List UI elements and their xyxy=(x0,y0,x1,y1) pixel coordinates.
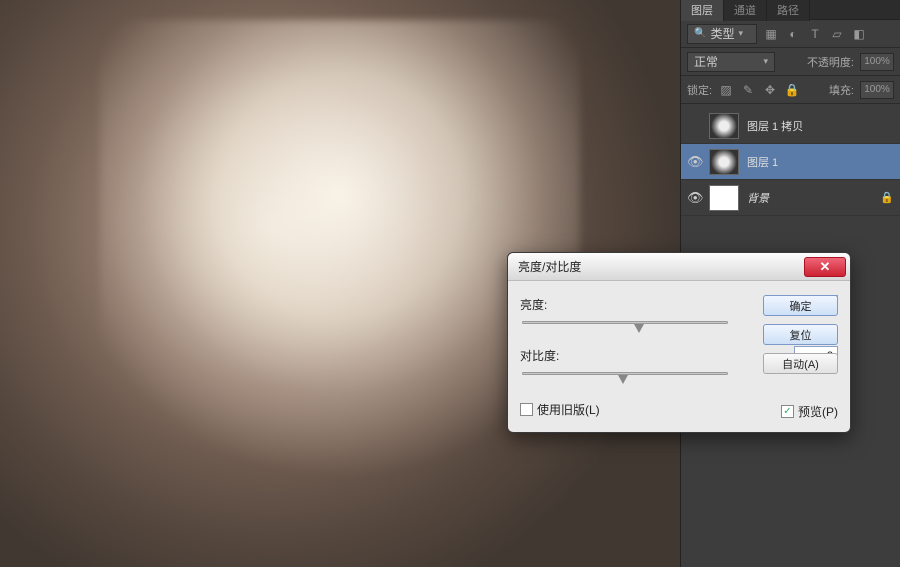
panel-tabs: 图层 通道 路径 xyxy=(681,0,900,20)
layer-name[interactable]: 图层 1 拷贝 xyxy=(747,118,803,134)
lock-position-icon[interactable]: ✥ xyxy=(762,82,778,98)
reset-button[interactable]: 复位 xyxy=(763,324,838,345)
dialog-title: 亮度/对比度 xyxy=(518,258,581,275)
filter-adjust-icon[interactable]: ◐ xyxy=(785,26,801,42)
contrast-label: 对比度: xyxy=(520,347,590,364)
legacy-label: 使用旧版(L) xyxy=(537,401,600,418)
filter-smart-icon[interactable]: ◧ xyxy=(851,26,867,42)
layer-name[interactable]: 图层 1 xyxy=(747,154,778,170)
layer-row[interactable]: 👁 背景 🔒 xyxy=(681,180,900,216)
type-dropdown[interactable]: 🔍 类型 ▾ xyxy=(687,24,757,44)
brightness-contrast-dialog: 亮度/对比度 ✕ 亮度: 对比度: 使用旧版(L) 确定 复位 自动(A xyxy=(507,252,851,433)
lock-row: 锁定: ▨ ✎ ✥ 🔒 填充: 100% xyxy=(681,76,900,104)
dialog-body: 亮度: 对比度: 使用旧版(L) 确定 复位 自动(A) 预览(P) xyxy=(508,281,850,432)
opacity-value[interactable]: 100% xyxy=(860,53,894,71)
preview-checkbox[interactable] xyxy=(781,405,794,418)
layer-thumbnail[interactable] xyxy=(709,149,739,175)
brightness-label: 亮度: xyxy=(520,296,590,313)
visibility-toggle[interactable]: 👁 xyxy=(687,154,701,170)
opacity-label: 不透明度: xyxy=(807,54,854,70)
preview-label: 预览(P) xyxy=(798,403,838,420)
lock-icon: 🔒 xyxy=(880,191,894,204)
type-row: 🔍 类型 ▾ ▦ ◐ T ▱ ◧ xyxy=(681,20,900,48)
layer-thumbnail[interactable] xyxy=(709,113,739,139)
tab-layers[interactable]: 图层 xyxy=(681,0,724,21)
slider-track xyxy=(522,321,728,324)
layer-row[interactable]: 图层 1 拷贝 xyxy=(681,108,900,144)
auto-button[interactable]: 自动(A) xyxy=(763,353,838,374)
lock-label: 锁定: xyxy=(687,82,712,98)
ok-button[interactable]: 确定 xyxy=(763,295,838,316)
layer-thumbnail[interactable] xyxy=(709,185,739,211)
layer-row[interactable]: 👁 图层 1 xyxy=(681,144,900,180)
preview-row: 预览(P) xyxy=(781,403,838,420)
visibility-toggle[interactable]: 👁 xyxy=(687,190,701,206)
tab-paths[interactable]: 路径 xyxy=(767,0,810,21)
slider-thumb[interactable] xyxy=(618,375,628,384)
contrast-slider[interactable] xyxy=(522,369,728,387)
dialog-buttons: 确定 复位 自动(A) xyxy=(763,295,838,374)
lock-pixels-icon[interactable]: ✎ xyxy=(740,82,756,98)
brightness-slider[interactable] xyxy=(522,318,728,336)
lock-transparent-icon[interactable]: ▨ xyxy=(718,82,734,98)
layer-name[interactable]: 背景 xyxy=(747,190,769,206)
blend-dropdown[interactable]: 正常 ▾ xyxy=(687,52,775,72)
slider-thumb[interactable] xyxy=(634,324,644,333)
fill-label: 填充: xyxy=(829,82,854,98)
blend-mode-value: 正常 xyxy=(694,53,718,70)
dialog-titlebar[interactable]: 亮度/对比度 ✕ xyxy=(508,253,850,281)
blend-row: 正常 ▾ 不透明度: 100% xyxy=(681,48,900,76)
layers-list: 图层 1 拷贝 👁 图层 1 👁 背景 🔒 xyxy=(681,104,900,220)
fill-value[interactable]: 100% xyxy=(860,81,894,99)
filter-shape-icon[interactable]: ▱ xyxy=(829,26,845,42)
type-label: 类型 xyxy=(710,25,734,42)
tab-channels[interactable]: 通道 xyxy=(724,0,767,21)
lock-all-icon[interactable]: 🔒 xyxy=(784,82,800,98)
close-button[interactable]: ✕ xyxy=(804,257,846,277)
chevron-down-icon: ▾ xyxy=(738,28,743,39)
filter-pixel-icon[interactable]: ▦ xyxy=(763,26,779,42)
legacy-checkbox[interactable] xyxy=(520,403,533,416)
chevron-down-icon: ▾ xyxy=(763,56,768,67)
filter-type-icon[interactable]: T xyxy=(807,26,823,42)
